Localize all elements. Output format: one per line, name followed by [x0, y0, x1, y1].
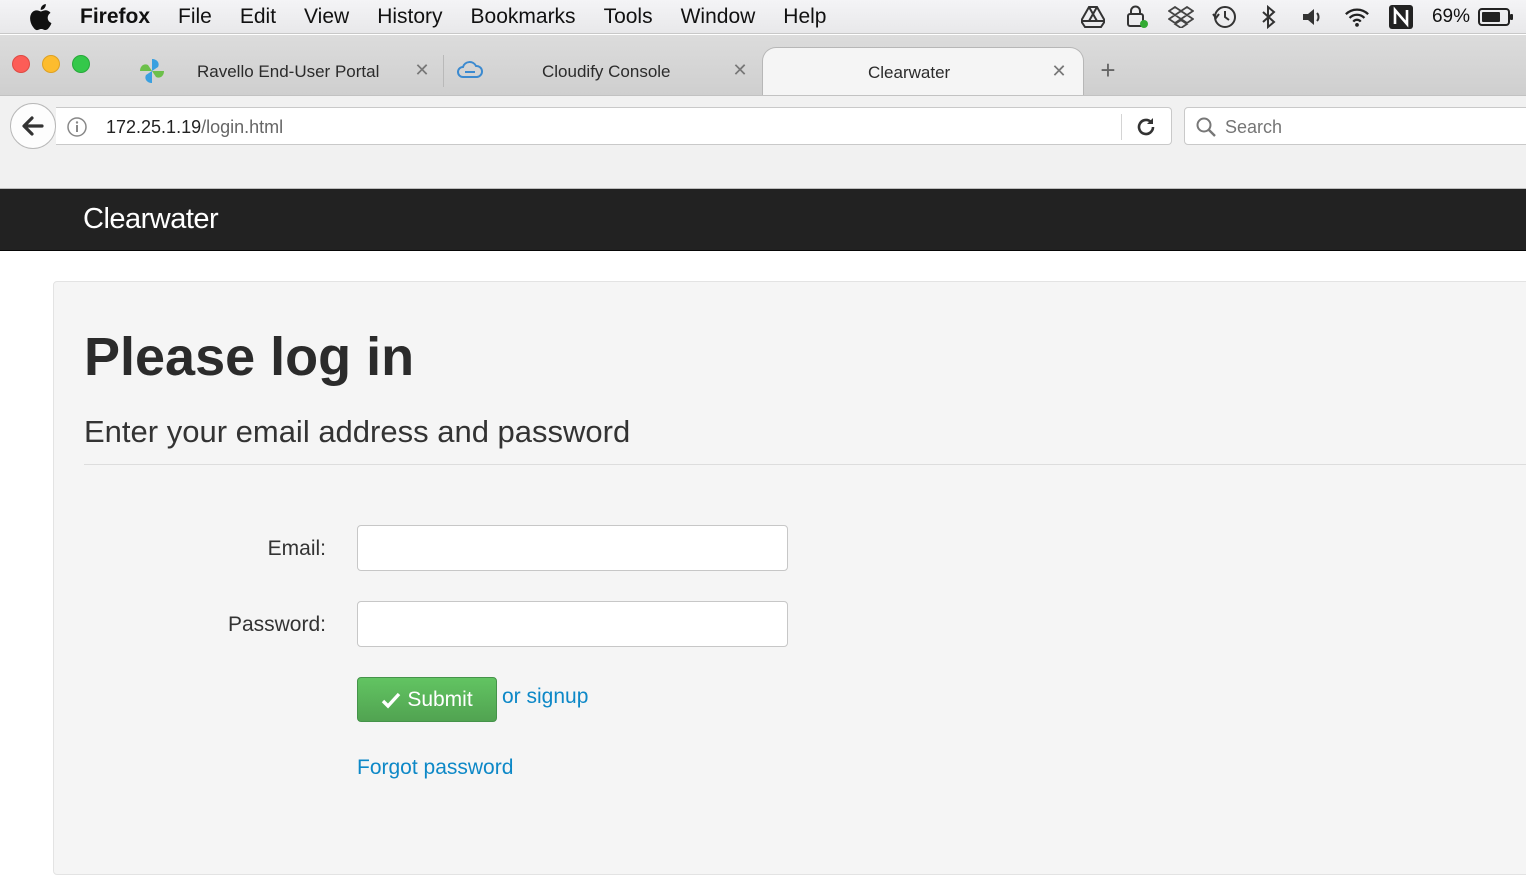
tab-clearwater-label: Clearwater — [868, 63, 951, 82]
tab-cloudify-label: Cloudify Console — [542, 62, 671, 81]
email-field[interactable] — [357, 525, 788, 571]
page-title: Please log in — [84, 327, 415, 387]
tab-ravello-label: Ravello End-User Portal — [197, 62, 380, 81]
checkmark-icon — [382, 692, 401, 708]
url-text[interactable]: 172.25.1.19/login.html — [106, 117, 283, 138]
navigation-toolbar: 172.25.1.19/login.html Search — [0, 95, 1526, 189]
menu-window[interactable]: Window — [681, 5, 756, 29]
back-button[interactable] — [10, 103, 56, 149]
zoom-window-button[interactable] — [72, 55, 90, 73]
signup-link[interactable]: or signup — [502, 685, 588, 709]
tab-clearwater[interactable]: Clearwater ✕ — [762, 47, 1084, 95]
menu-view[interactable]: View — [304, 5, 349, 29]
password-label: Password: — [227, 613, 326, 636]
tab-cloudify[interactable]: Cloudify Console ✕ — [450, 47, 760, 95]
menu-edit[interactable]: Edit — [240, 5, 276, 29]
menu-history[interactable]: History — [377, 5, 442, 29]
apple-logo-icon[interactable] — [28, 2, 58, 32]
submit-button[interactable]: Submit — [357, 677, 497, 722]
menu-bookmarks[interactable]: Bookmarks — [471, 5, 576, 29]
url-path: /login.html — [201, 117, 284, 137]
reload-icon[interactable] — [1134, 115, 1158, 139]
google-drive-icon[interactable] — [1080, 4, 1106, 30]
pinwheel-icon — [138, 57, 168, 85]
close-window-button[interactable] — [12, 55, 30, 73]
new-tab-button[interactable]: + — [1096, 57, 1120, 83]
login-card: Please log in Enter your email address a… — [53, 281, 1526, 875]
battery-icon[interactable] — [1478, 8, 1514, 26]
divider — [84, 464, 1526, 465]
cloud-icon — [456, 57, 486, 85]
forgot-password-link[interactable]: Forgot password — [357, 756, 513, 780]
n-app-icon[interactable] — [1388, 4, 1414, 30]
tab-ravello-close-icon[interactable]: ✕ — [412, 60, 432, 81]
macos-menu-bar: Firefox File Edit View History Bookmarks… — [0, 0, 1526, 34]
wifi-icon[interactable] — [1344, 4, 1370, 30]
page-subtitle: Enter your email address and password — [84, 414, 631, 449]
submit-button-label: Submit — [407, 687, 473, 711]
tab-clearwater-close-icon[interactable]: ✕ — [1049, 61, 1069, 82]
search-placeholder: Search — [1225, 117, 1283, 137]
dropbox-icon[interactable] — [1167, 4, 1194, 30]
search-bar[interactable]: Search — [1184, 107, 1526, 145]
menu-help[interactable]: Help — [783, 5, 826, 29]
brand-link[interactable]: Clearwater — [83, 203, 219, 236]
menu-firefox[interactable]: Firefox — [80, 5, 150, 29]
tab-cloudify-close-icon[interactable]: ✕ — [730, 60, 750, 81]
time-machine-icon[interactable] — [1212, 4, 1238, 30]
status-area: 69% — [1062, 0, 1526, 34]
email-label: Email: — [267, 537, 326, 560]
site-info-icon[interactable] — [66, 116, 88, 138]
url-bar[interactable]: 172.25.1.19/login.html — [56, 107, 1172, 145]
menu-tools[interactable]: Tools — [604, 5, 653, 29]
battery-percentage: 69% — [1431, 6, 1470, 27]
volume-icon[interactable] — [1300, 4, 1326, 30]
tab-separator — [443, 55, 444, 87]
tab-ravello[interactable]: Ravello End-User Portal ✕ — [130, 47, 440, 95]
url-host: 172.25.1.19 — [106, 117, 202, 137]
app-header: Clearwater — [0, 189, 1526, 251]
menu-file[interactable]: File — [178, 5, 212, 29]
vpn-lock-icon[interactable] — [1124, 4, 1150, 30]
tab-strip: Ravello End-User Portal ✕ Cloudify Conso… — [0, 35, 1526, 95]
back-arrow-icon — [22, 116, 44, 136]
bluetooth-icon[interactable] — [1256, 4, 1282, 30]
minimize-window-button[interactable] — [42, 55, 60, 73]
url-divider — [1121, 114, 1122, 140]
password-field[interactable] — [357, 601, 788, 647]
search-icon — [1195, 116, 1217, 138]
